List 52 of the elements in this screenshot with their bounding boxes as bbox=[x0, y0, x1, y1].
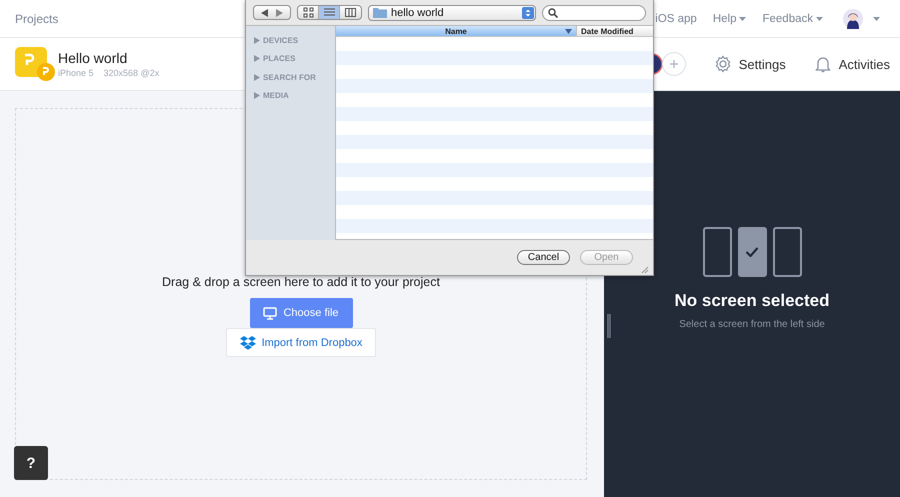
column-view-icon bbox=[345, 7, 356, 18]
disclosure-icon bbox=[254, 92, 260, 100]
plus-icon bbox=[668, 59, 679, 69]
folder-icon bbox=[373, 7, 387, 18]
nav-link[interactable]: Feedback bbox=[762, 12, 823, 24]
screen-placeholder[interactable] bbox=[772, 227, 802, 277]
choose-file-button[interactable]: Choose file bbox=[250, 298, 352, 328]
column-header[interactable]: Date Modified bbox=[576, 26, 653, 36]
disclosure-icon bbox=[254, 36, 260, 44]
settings-link[interactable]: Settings bbox=[714, 55, 786, 73]
location-dropdown[interactable]: hello world bbox=[368, 4, 536, 20]
sidebar-section[interactable]: MEDIA bbox=[246, 86, 335, 105]
drop-instruction: Drag & drop a screen here to add it to your project bbox=[162, 275, 440, 289]
list-view-icon bbox=[324, 7, 334, 18]
checkmark-icon bbox=[745, 247, 759, 257]
projects-link[interactable]: Projects bbox=[15, 12, 58, 26]
back-forward-control[interactable] bbox=[253, 5, 291, 20]
resize-handle-icon bbox=[607, 314, 611, 338]
device-label: iPhone 5 bbox=[58, 68, 94, 78]
avatar-icon bbox=[843, 8, 863, 28]
empty-state-subtitle: Select a screen from the left side bbox=[679, 319, 825, 330]
search-icon bbox=[548, 8, 558, 18]
view-mode-control[interactable] bbox=[297, 5, 362, 20]
nav-link[interactable]: Help bbox=[712, 12, 746, 24]
monitor-icon bbox=[263, 306, 278, 320]
bell-icon bbox=[814, 55, 832, 73]
disclosure-icon bbox=[254, 55, 260, 62]
screen-placeholder[interactable] bbox=[738, 227, 766, 277]
column-header[interactable]: Name bbox=[336, 26, 576, 36]
settings-icon bbox=[714, 55, 732, 73]
sort-icon bbox=[565, 28, 572, 34]
app-icon bbox=[15, 47, 55, 81]
dropbox-icon bbox=[240, 336, 256, 350]
cancel-button[interactable]: Cancel bbox=[517, 250, 570, 265]
stepper-icon bbox=[522, 6, 534, 18]
sidebar-section[interactable]: PLACES bbox=[246, 50, 335, 68]
nav-link[interactable]: iOS app bbox=[655, 12, 697, 24]
import-dropbox-button[interactable]: Import from Dropbox bbox=[226, 328, 376, 357]
view-mode-button[interactable] bbox=[319, 6, 340, 19]
back-icon bbox=[260, 8, 269, 16]
grid-view-icon bbox=[302, 7, 314, 18]
project-name: Hello world bbox=[58, 50, 128, 66]
help-button[interactable]: ? bbox=[14, 446, 48, 480]
empty-state-title: No screen selected bbox=[674, 291, 830, 311]
sidebar-section[interactable]: DEVICES bbox=[246, 31, 335, 50]
search-field[interactable] bbox=[542, 4, 646, 20]
resolution-label: 320x568 @2x bbox=[104, 68, 160, 78]
screen-placeholder[interactable] bbox=[702, 227, 732, 277]
disclosure-icon bbox=[254, 74, 260, 81]
forward-icon bbox=[275, 8, 284, 16]
activities-link[interactable]: Activities bbox=[814, 55, 890, 73]
sidebar-section[interactable]: SEARCH FOR bbox=[246, 68, 335, 86]
